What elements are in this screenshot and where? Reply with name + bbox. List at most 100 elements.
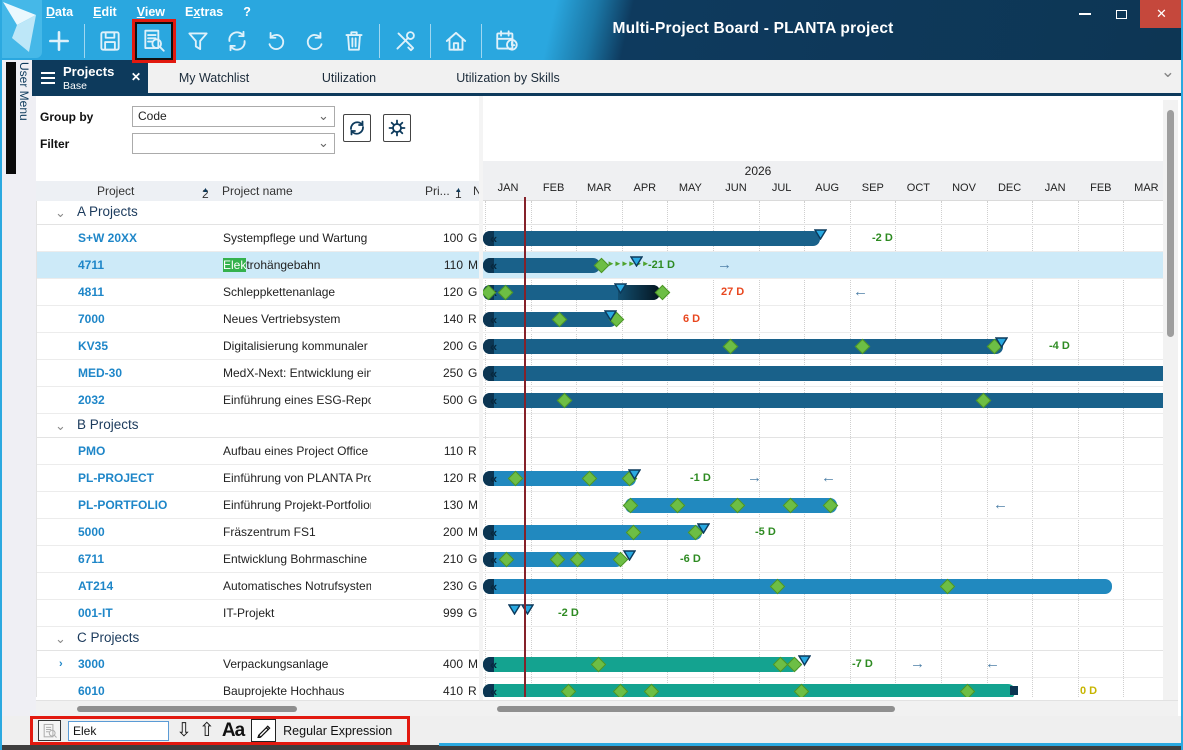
regular-expression-label[interactable]: Regular Expression [283,724,392,738]
date-marker-triangle[interactable] [814,227,827,245]
find-previous-icon[interactable]: ⇧ [199,721,215,741]
project-id[interactable]: 7000 [78,306,105,333]
close-button[interactable]: ✕ [1140,0,1183,28]
gantt-bar[interactable]: « [483,393,1163,408]
group-header-row[interactable]: ⌄B Projects [37,414,479,438]
tab-utilization-by-skills[interactable]: Utilization by Skills [418,60,598,96]
calendar-clock-icon[interactable] [490,24,524,58]
project-id[interactable]: 6711 [78,546,104,573]
table-row[interactable]: PL-PROJECTEinführung von PLANTA Project1… [37,465,479,492]
project-id[interactable]: S+W 20XX [78,225,137,252]
date-marker-triangle[interactable] [521,602,534,620]
home-icon[interactable] [439,24,473,58]
project-id[interactable]: 4711 [78,252,104,279]
project-id[interactable]: MED-30 [78,360,122,387]
date-marker-triangle[interactable] [614,281,627,299]
table-row[interactable]: 6010Bauprojekte Hochhaus410R [37,678,479,697]
table-row[interactable]: MED-30MedX-Next: Entwicklung eines innov… [37,360,479,387]
date-marker-triangle[interactable] [697,521,710,539]
user-menu-label[interactable]: User Menu [17,62,31,121]
col-project-name[interactable]: Project name [222,184,293,198]
minimize-button[interactable] [1066,0,1103,28]
table-row[interactable]: ›3000Verpackungsanlage400M [37,651,479,678]
table-row[interactable]: 001-ITIT-Projekt999G [37,600,479,627]
date-marker-triangle[interactable] [798,653,811,671]
gantt-bar[interactable]: « [483,471,636,486]
expand-chevron-icon[interactable]: › [59,651,63,678]
shift-left-arrow-icon[interactable]: ← [821,469,836,486]
menu-data[interactable]: Data [46,5,73,19]
chevron-down-icon[interactable]: ⌄ [55,631,66,647]
date-marker-triangle[interactable] [630,254,643,272]
menu-extras[interactable]: Extras [185,5,223,19]
table-row[interactable]: 2032Einführung eines ESG-Reporting-Syste… [37,387,479,414]
date-marker-triangle[interactable] [604,308,617,326]
menu-edit[interactable]: Edit [93,5,117,19]
table-row[interactable]: PMOAufbau eines Project Office110R [37,438,479,465]
find-next-icon[interactable]: ⇩ [176,721,192,741]
shift-left-arrow-icon[interactable]: ← [853,283,868,300]
project-id[interactable]: PL-PROJECT [78,465,154,492]
menu-view[interactable]: View [137,5,165,19]
hamburger-icon[interactable] [41,72,55,87]
project-id[interactable]: AT214 [78,573,113,600]
date-marker-triangle[interactable] [623,548,636,566]
doc-search-icon[interactable] [137,24,171,58]
project-id[interactable]: 5000 [78,519,105,546]
gantt-bar[interactable]: « [483,339,1003,354]
table-row[interactable]: 4811Schleppkettenanlage120G [37,279,479,306]
project-id[interactable]: 3000 [78,651,105,678]
date-marker-triangle[interactable] [628,467,641,485]
chevron-down-icon[interactable]: ⌄ [1161,62,1175,82]
table-row[interactable]: 6711Entwicklung Bohrmaschine210G [37,546,479,573]
project-id[interactable]: 4811 [78,279,104,306]
group-header-row[interactable]: ⌄A Projects [37,201,479,225]
table-hscroll-thumb[interactable] [77,706,297,712]
gantt-hscroll-thumb[interactable] [497,706,895,712]
refresh-button[interactable] [343,114,371,142]
table-row[interactable]: KV35Digitalisierung kommunaler Verwaltu.… [37,333,479,360]
redo-icon[interactable] [298,24,332,58]
filter-select[interactable] [132,133,335,154]
undo-icon[interactable] [259,24,293,58]
search-input[interactable] [68,721,169,741]
menu-[interactable]: ? [243,5,251,19]
shift-left-arrow-icon[interactable]: ← [993,496,1008,513]
col-priority[interactable]: Pri... [425,184,450,198]
vertical-scrollbar[interactable] [1163,100,1178,700]
project-id[interactable]: PL-PORTFOLIO [78,492,167,519]
project-id[interactable]: KV35 [78,333,108,360]
table-row[interactable]: 7000Neues Vertriebsystem140R [37,306,479,333]
group-header-row[interactable]: ⌄C Projects [37,627,479,651]
project-id[interactable]: 2032 [78,387,105,414]
tab-utilization[interactable]: Utilization [280,60,418,96]
shift-left-arrow-icon[interactable]: ← [985,655,1000,672]
project-id[interactable]: PMO [78,438,105,465]
gantt-bar[interactable]: « [483,657,799,672]
gantt-bar[interactable]: « [483,312,617,327]
tab-my-watchlist[interactable]: My Watchlist [148,60,280,96]
chevron-down-icon[interactable]: ⌄ [55,418,66,434]
col-project[interactable]: Project [97,184,134,198]
project-id[interactable]: 6010 [78,678,105,697]
table-row[interactable]: 5000Fräszentrum FS1200M [37,519,479,546]
settings-gear-button[interactable] [383,114,411,142]
table-row[interactable]: 4711Elektrohängebahn110M [37,252,479,279]
gantt-bar[interactable]: « [483,579,1112,594]
shift-right-arrow-icon[interactable]: → [717,256,732,273]
highlighter-pen-toggle[interactable] [251,719,276,742]
tools-icon[interactable] [388,24,422,58]
project-id[interactable]: 001-IT [78,600,113,627]
search-doc-icon[interactable] [38,720,61,741]
user-menu-handle[interactable] [6,62,16,174]
maximize-button[interactable] [1103,0,1140,28]
tab-projects[interactable]: Projects Base ✕ [32,60,148,96]
group-by-select[interactable]: Code [132,106,335,127]
save-icon[interactable] [93,24,127,58]
match-case-toggle[interactable]: Aa [222,720,244,742]
chevron-down-icon[interactable]: ⌄ [55,205,66,221]
pane-splitter[interactable] [479,96,483,700]
horizontal-scrollbar[interactable] [36,700,1178,716]
refresh-icon[interactable] [220,24,254,58]
gantt-bar[interactable]: « [483,258,600,273]
